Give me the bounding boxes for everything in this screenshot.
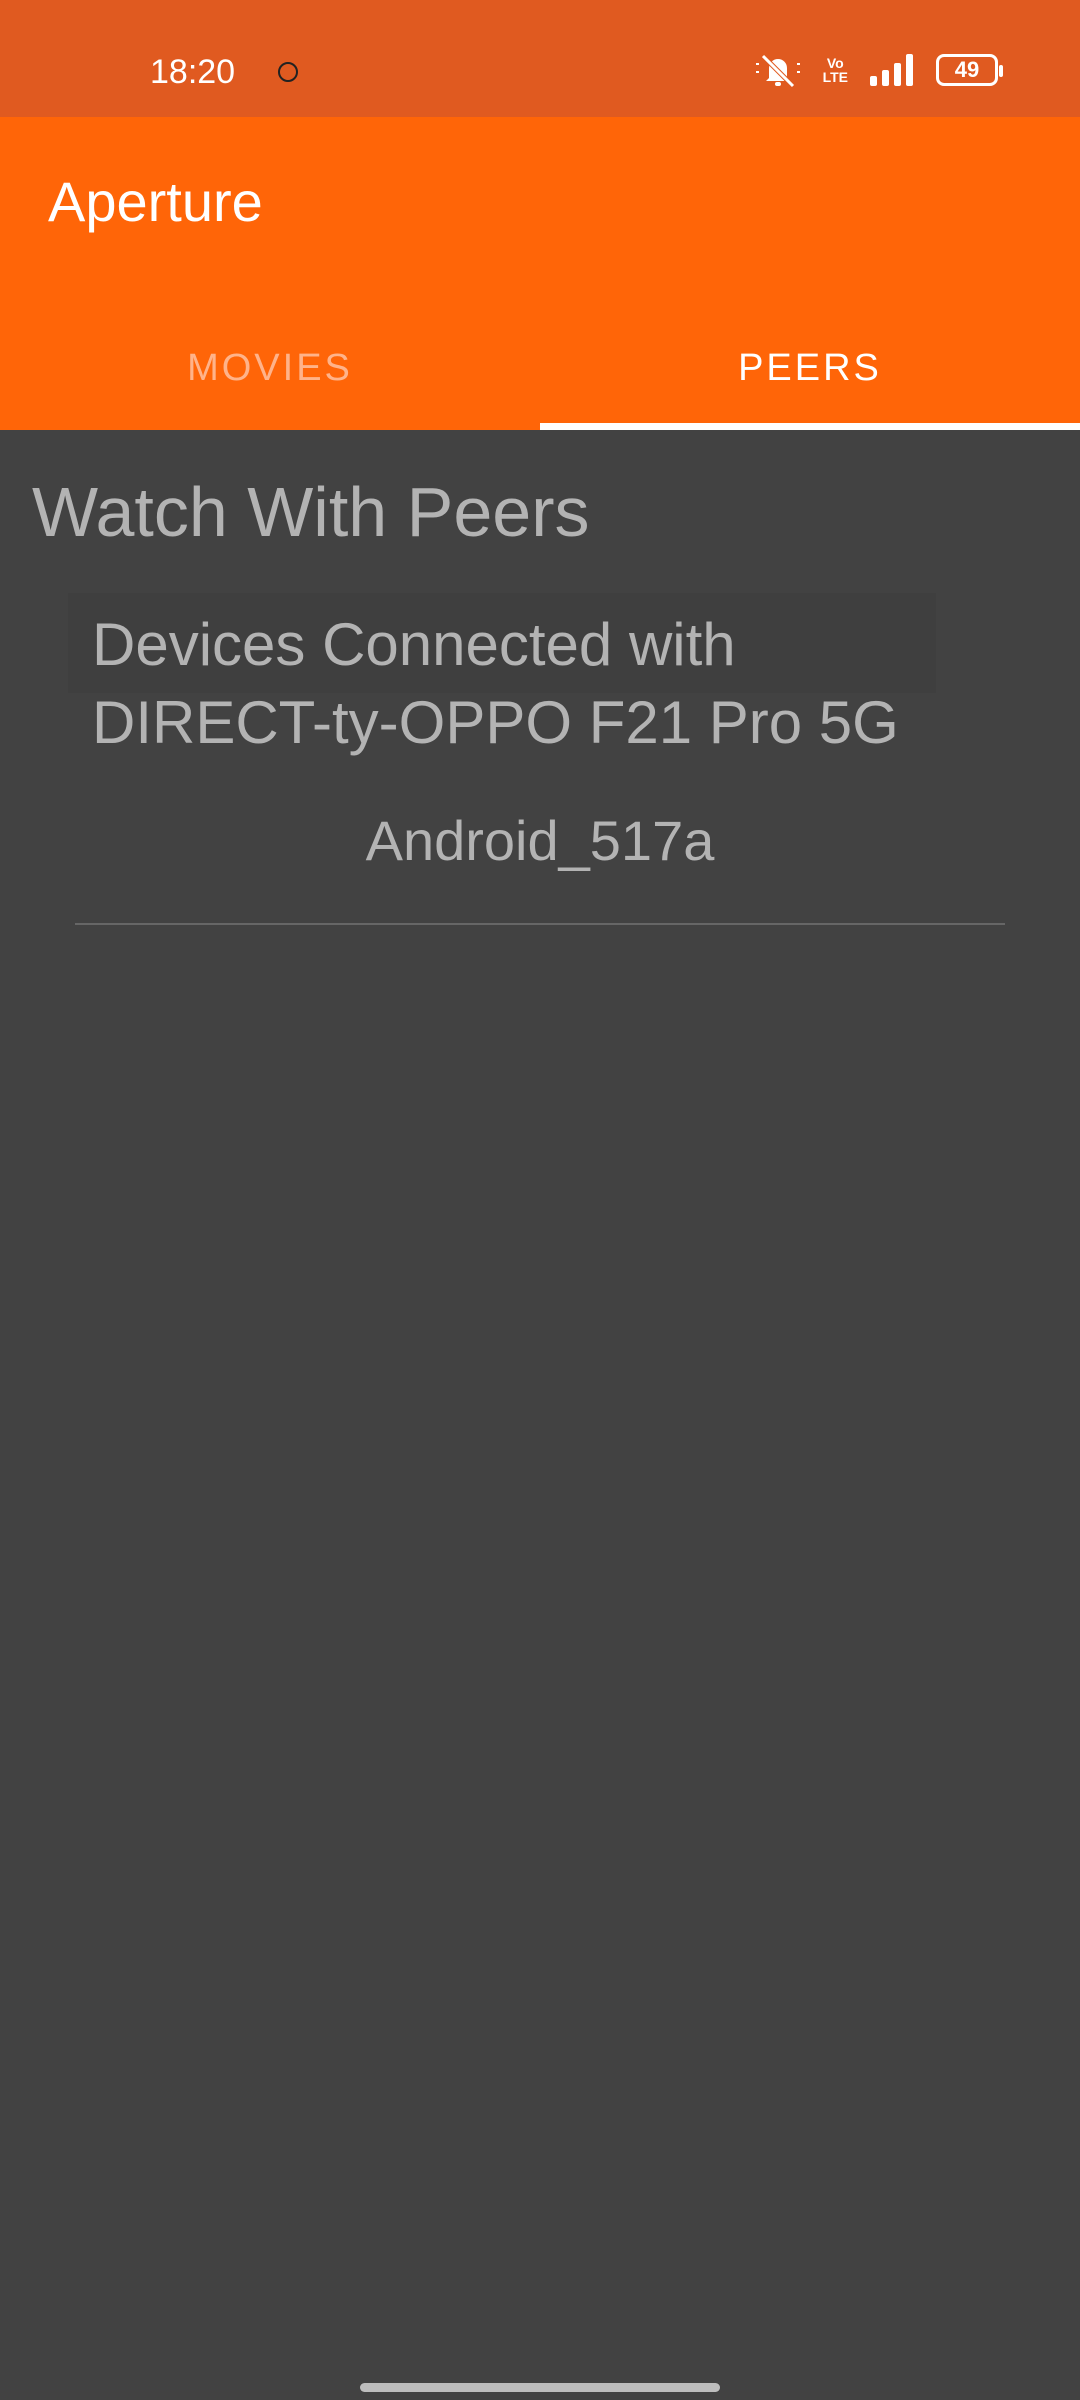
status-icons: Vo LTE 49 (755, 52, 1003, 88)
tab-bar: MOVIES PEERS (0, 307, 1080, 430)
status-time: 18:20 (150, 53, 236, 91)
volte-icon: Vo LTE (823, 56, 848, 84)
mute-icon (755, 54, 800, 88)
home-indicator[interactable] (360, 2383, 720, 2392)
page-title: Watch With Peers (32, 473, 590, 551)
peers-content: Watch With Peers Devices Connected with … (0, 430, 1080, 2400)
volte-label-top: Vo (826, 55, 844, 71)
status-bar: 18:20 Vo LTE 49 (0, 0, 1080, 117)
divider (75, 923, 1005, 925)
volte-label-bottom: LTE (822, 69, 848, 85)
signal-icon (870, 54, 913, 86)
app-bar: Aperture MOVIES PEERS (0, 117, 1080, 430)
battery-icon: 49 (936, 54, 1003, 86)
list-item[interactable]: Android_517a (0, 808, 1080, 873)
tab-peers[interactable]: PEERS (540, 307, 1080, 430)
tab-movies[interactable]: MOVIES (0, 307, 540, 430)
sync-icon (278, 62, 298, 82)
connected-devices-header: Devices Connected with DIRECT-ty-OPPO F2… (92, 611, 899, 756)
battery-level: 49 (954, 57, 980, 82)
app-title: Aperture (48, 170, 263, 233)
